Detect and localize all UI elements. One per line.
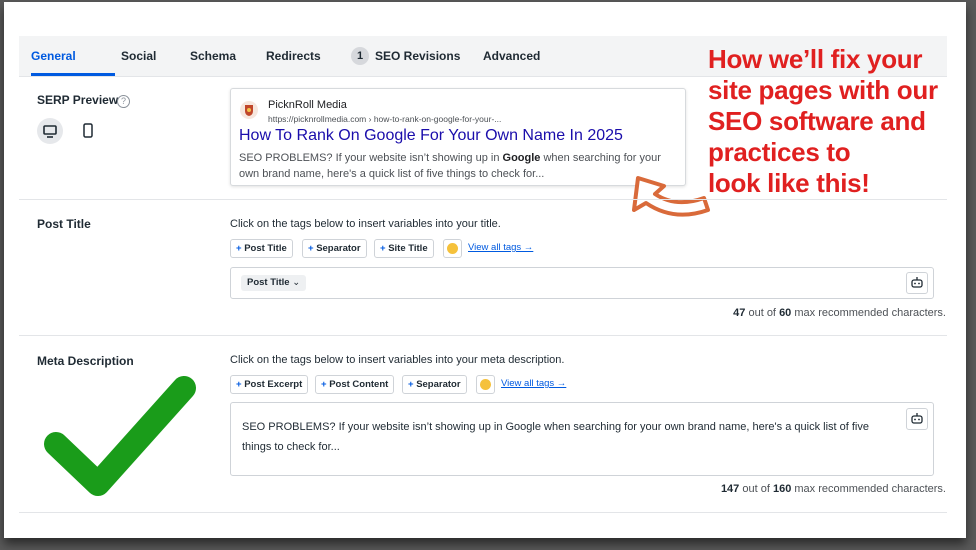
tab-advanced[interactable]: Advanced	[483, 36, 540, 76]
ai-generate-icon[interactable]	[906, 272, 928, 294]
meta-description-instruction: Click on the tags below to insert variab…	[230, 354, 565, 366]
post-title-instruction: Click on the tags below to insert variab…	[230, 218, 501, 230]
help-icon[interactable]: ?	[117, 95, 130, 108]
tag-separator-button[interactable]: + Separator	[302, 239, 367, 258]
desktop-view-icon[interactable]	[37, 118, 63, 144]
serp-preview-card: PicknRoll Media https://picknrollmedia.c…	[230, 88, 686, 186]
post-title-char-count: 47 out of 60 max recommended characters.	[733, 307, 946, 319]
meta-description-input[interactable]: SEO PROBLEMS? If your website isn’t show…	[230, 402, 934, 476]
meta-tag-row: + Post Excerpt + Post Content + Separato…	[230, 375, 930, 395]
divider	[19, 199, 947, 200]
tab-schema[interactable]: Schema	[190, 36, 236, 76]
chevron-down-icon: ⌄	[292, 277, 301, 288]
revisions-count-badge: 1	[351, 46, 369, 65]
post-title-tag-row: + Post Title + Separator + Site Title Vi…	[230, 239, 930, 259]
serp-title: How To Rank On Google For Your Own Name …	[239, 127, 623, 144]
emoji-picker-icon[interactable]	[443, 239, 462, 258]
active-tab-indicator	[31, 73, 115, 76]
site-favicon	[240, 101, 258, 119]
tab-general[interactable]: General	[31, 36, 76, 76]
ai-generate-icon[interactable]	[906, 408, 928, 430]
serp-url: https://picknrollmedia.com › how-to-rank…	[268, 114, 502, 124]
seo-settings-panel: General Social Schema Redirects 1 SEO Rev…	[4, 2, 966, 538]
tab-seo-revisions[interactable]: 1 SEO Revisions	[351, 36, 460, 76]
promo-callout: How we’ll fix your site pages with our S…	[708, 44, 938, 198]
tab-social[interactable]: Social	[121, 36, 156, 76]
view-all-tags-link[interactable]: View all tags →	[468, 242, 533, 253]
meta-description-char-count: 147 out of 160 max recommended character…	[720, 483, 946, 495]
emoji-picker-icon[interactable]	[476, 375, 495, 394]
meta-description-value: SEO PROBLEMS? If your website isn’t show…	[242, 421, 869, 453]
tag-post-title-button[interactable]: + Post Title	[230, 239, 293, 258]
view-all-tags-link[interactable]: View all tags →	[501, 378, 566, 389]
serp-site-name: PicknRoll Media	[268, 99, 347, 111]
tag-post-excerpt-button[interactable]: + Post Excerpt	[230, 375, 309, 394]
tab-seo-revisions-label: SEO Revisions	[375, 49, 461, 63]
tag-site-title-button[interactable]: + Site Title	[374, 239, 434, 258]
post-title-input[interactable]: Post Title ⌄	[230, 267, 934, 299]
divider	[19, 335, 947, 336]
mobile-view-icon[interactable]	[75, 118, 101, 144]
tag-post-content-button[interactable]: + Post Content	[315, 375, 395, 394]
checkmark-icon	[44, 376, 196, 496]
serp-preview-label: SERP Preview	[37, 93, 119, 107]
serp-description: SEO PROBLEMS? If your website isn’t show…	[239, 152, 661, 180]
tab-redirects[interactable]: Redirects	[266, 36, 321, 76]
meta-description-label: Meta Description	[37, 354, 134, 368]
divider	[19, 512, 947, 513]
tag-separator-button[interactable]: + Separator	[402, 375, 467, 394]
post-title-label: Post Title	[37, 217, 91, 231]
post-title-tag-chip[interactable]: Post Title ⌄	[241, 275, 307, 291]
